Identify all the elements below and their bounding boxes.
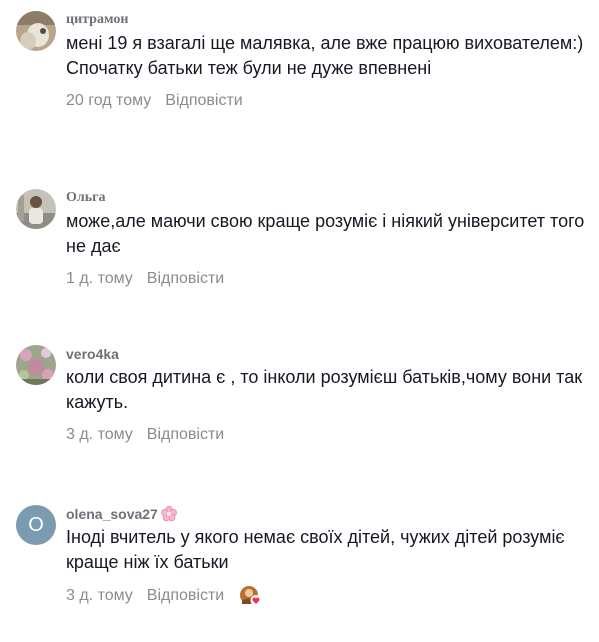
avatar[interactable]: O [16, 505, 56, 545]
comment-body: цитрамон мені 19 я взагалі ще малявка, а… [66, 11, 586, 111]
avatar[interactable] [16, 345, 56, 385]
username[interactable]: olena_sova27 [66, 505, 586, 523]
comment-body: vero4ka коли своя дитина є , то інколи р… [66, 345, 586, 445]
heart-icon [250, 595, 262, 606]
comment-meta: 3 д. тому Відповісти [66, 585, 586, 607]
comment-meta: 1 д. тому Відповісти [66, 269, 586, 289]
avatar[interactable] [16, 11, 56, 51]
comment-body: Ольга може,але маючи свою краще розуміє … [66, 189, 586, 289]
creator-liked-icon [239, 585, 263, 607]
comment-meta: 3 д. тому Відповісти [66, 425, 586, 445]
reply-button[interactable]: Відповісти [147, 586, 224, 606]
comment-text: Іноді вчитель у якого немає своїх дітей,… [66, 527, 570, 572]
comment-text: може,але маючи свою краще розуміє і ніяк… [66, 211, 590, 256]
comment-text: мені 19 я взагалі ще малявка, але вже пр… [66, 33, 589, 78]
comment-text: коли своя дитина є , то інколи розумієш … [66, 367, 588, 412]
comment-body: olena_sova27 Іноді вчитель у якого немає… [66, 505, 586, 607]
username[interactable]: Ольга [66, 189, 586, 207]
reply-button[interactable]: Відповісти [147, 425, 224, 445]
timestamp: 1 д. тому [66, 270, 133, 287]
comment-meta: 20 год тому Відповісти [66, 91, 586, 111]
avatar[interactable] [16, 189, 56, 229]
flower-emoji-icon [160, 505, 178, 523]
reply-button[interactable]: Відповісти [165, 91, 242, 111]
timestamp: 3 д. тому [66, 587, 133, 604]
username-text: olena_sova27 [66, 506, 158, 522]
username[interactable]: vero4ka [66, 345, 586, 363]
timestamp: 20 год тому [66, 92, 152, 109]
timestamp: 3 д. тому [66, 426, 133, 443]
reply-button[interactable]: Відповісти [147, 269, 224, 289]
username[interactable]: цитрамон [66, 11, 586, 29]
